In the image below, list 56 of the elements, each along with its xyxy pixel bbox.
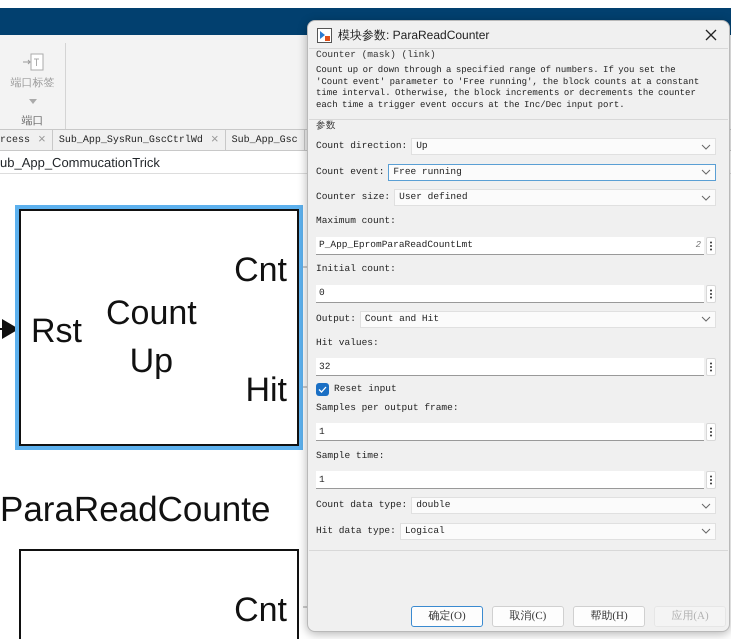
dropdown-arrow-icon	[28, 99, 36, 104]
port-label: Cnt	[234, 253, 287, 287]
dropdown[interactable]: User defined	[394, 189, 716, 206]
field-label: Sample time:	[316, 448, 386, 462]
dialog-title: 模块参数: ParaReadCounter	[338, 26, 490, 44]
field-label: Initial count:	[316, 262, 397, 276]
block-name: ParaReadCounte	[0, 489, 270, 531]
group-title: 参数	[316, 119, 336, 134]
block-text: Count Up	[106, 293, 197, 382]
chevron-down-icon	[701, 169, 711, 175]
more-button[interactable]	[706, 471, 716, 490]
checkbox[interactable]	[316, 382, 329, 396]
field-label: Hit data type:	[316, 524, 396, 538]
field-label: Samples per output frame:	[316, 400, 460, 414]
dropdown[interactable]: Count and Hit	[360, 310, 716, 328]
field-label: Count data type:	[316, 498, 408, 512]
input-field[interactable]: 0	[316, 284, 704, 303]
input-field[interactable]: P_App_EpromParaReadCountLmt 2	[316, 236, 704, 255]
field-label: Hit values:	[316, 336, 380, 350]
chevron-down-icon	[701, 502, 711, 508]
dialog-button[interactable]: 确定(O)	[411, 606, 483, 627]
description-text: Count up or down through a specified range of numbers. If you set the 'Count event' parameter to 'Free running', the block counts at a constant time interval. Otherwise, the block increments or decrements the counter each time a trigger event occurs at the Inc/Dec input port.	[316, 65, 700, 112]
dropdown[interactable]: Logical	[400, 522, 716, 540]
close-button[interactable]	[705, 28, 717, 40]
group-title: Counter (mask) (link)	[316, 48, 436, 62]
input-field[interactable]: 1	[316, 471, 704, 490]
more-button[interactable]	[706, 358, 716, 376]
field-label: Count event:	[316, 164, 384, 179]
dropdown[interactable]: Free running	[388, 164, 716, 180]
more-button[interactable]	[706, 236, 716, 255]
dropdown[interactable]: Up	[411, 138, 716, 155]
chevron-down-icon	[701, 528, 711, 534]
document-tab[interactable]: rcess ×	[0, 130, 53, 150]
dialog-button[interactable]: 取消(C)	[492, 606, 564, 627]
chevron-down-icon	[701, 316, 711, 322]
port-label: Hit	[245, 373, 287, 407]
checkbox-label: Reset input	[334, 382, 397, 396]
field-label: Counter size:	[316, 190, 390, 204]
dimension-text: 2	[696, 238, 701, 252]
block-icon	[317, 28, 332, 43]
input-field[interactable]: 32	[316, 358, 704, 376]
dropdown[interactable]: double	[411, 497, 716, 514]
field-label: Count direction:	[316, 139, 408, 154]
more-button[interactable]	[706, 284, 716, 303]
port-label-icon	[20, 51, 44, 73]
input-field[interactable]: 1	[316, 423, 704, 442]
field-label: Maximum count:	[316, 214, 397, 228]
counter-block[interactable]: Rst Cnt Hit Count Up	[15, 205, 303, 450]
chevron-down-icon	[701, 144, 711, 150]
more-button[interactable]	[706, 423, 716, 442]
port-label: Rst	[31, 314, 82, 348]
chevron-down-icon	[701, 194, 711, 200]
field-label: Output:	[316, 312, 356, 326]
dialog-button[interactable]: 帮助(H)	[573, 606, 645, 627]
port-label: Cnt	[234, 593, 287, 627]
ribbon-section-label: 端口	[22, 114, 44, 128]
